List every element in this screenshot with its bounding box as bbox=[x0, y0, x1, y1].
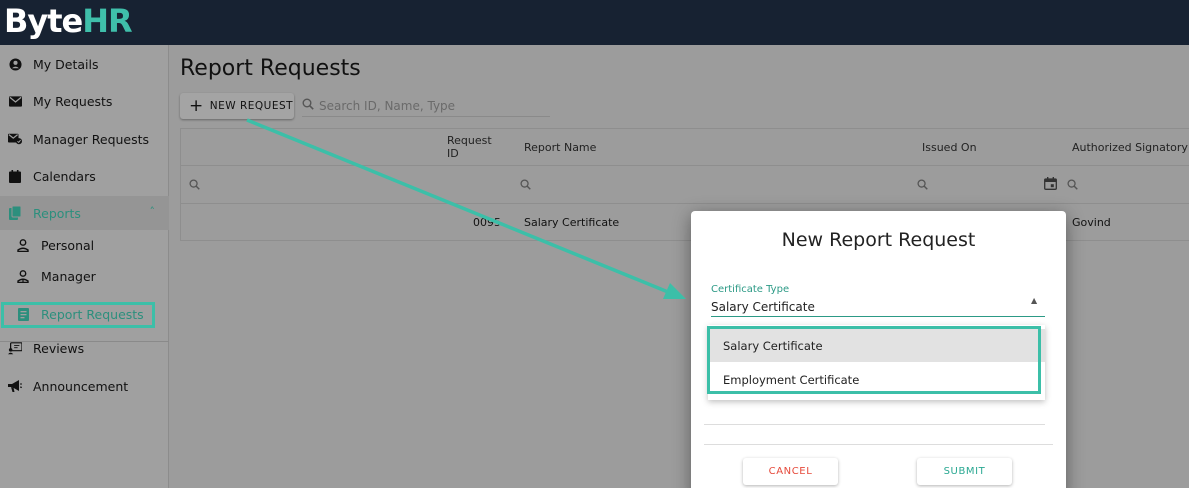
filter-request-id[interactable] bbox=[189, 166, 200, 203]
sidebar-item-my-details[interactable]: My Details bbox=[0, 47, 169, 81]
sidebar-item-label: Manager Requests bbox=[33, 131, 150, 147]
sidebar-item-label: My Requests bbox=[33, 93, 113, 109]
certificate-type-label: Certificate Type bbox=[711, 284, 790, 295]
sidebar-item-label: Reviews bbox=[33, 340, 85, 356]
cancel-button[interactable]: CANCEL bbox=[743, 458, 838, 485]
app-logo[interactable]: ByteHR bbox=[4, 2, 133, 40]
column-header-issued-on[interactable]: Issued On bbox=[922, 129, 977, 165]
logo-text-yte: yte bbox=[27, 2, 83, 40]
dialog-footer-divider bbox=[704, 444, 1053, 445]
person-outline-icon bbox=[16, 238, 30, 252]
column-header-request-id[interactable]: Request ID bbox=[447, 129, 501, 165]
sidebar-item-manager-requests[interactable]: Manager Requests bbox=[0, 122, 169, 156]
logo-text-b: B bbox=[4, 2, 28, 40]
table-header: Request ID Report Name Issued On Authori… bbox=[181, 129, 1189, 166]
filter-issued-on[interactable] bbox=[917, 166, 928, 203]
filter-report-name[interactable] bbox=[520, 166, 531, 203]
file-copy-icon bbox=[8, 206, 22, 220]
sidebar-item-calendars[interactable]: Calendars bbox=[0, 159, 169, 193]
sidebar-item-manager[interactable]: Manager bbox=[0, 259, 169, 293]
chevron-up-icon[interactable]: ˄ bbox=[150, 205, 156, 218]
dialog-divider bbox=[704, 424, 1045, 425]
sidebar-item-reviews[interactable]: Reviews bbox=[0, 331, 169, 365]
search-icon bbox=[189, 175, 200, 194]
filter-authorized-signatory[interactable] bbox=[1067, 166, 1078, 203]
sidebar-item-announcement[interactable]: Announcement bbox=[0, 369, 169, 403]
search-icon bbox=[520, 175, 531, 194]
new-report-request-dialog: New Report Request Certificate Type Sala… bbox=[691, 211, 1066, 488]
sidebar-item-personal[interactable]: Personal bbox=[0, 228, 169, 262]
sidebar: My Details My Requests Manager Requests … bbox=[0, 45, 169, 488]
column-header-authorized-signatory[interactable]: Authorized Signatory bbox=[1072, 129, 1188, 165]
column-header-report-name[interactable]: Report Name bbox=[524, 129, 596, 165]
page-title: Report Requests bbox=[180, 56, 361, 81]
highlight-dropdown-options bbox=[707, 326, 1041, 394]
account-circle-icon bbox=[8, 57, 22, 71]
sidebar-item-label: Calendars bbox=[33, 168, 96, 184]
cell-report-name: Salary Certificate bbox=[524, 216, 620, 229]
table-filter-row bbox=[181, 166, 1189, 204]
search-input[interactable]: Search ID, Name, Type bbox=[302, 95, 550, 117]
sidebar-item-label: My Details bbox=[33, 56, 99, 72]
plus-icon: + bbox=[189, 95, 204, 116]
sidebar-item-label: Announcement bbox=[33, 378, 129, 394]
calendar-icon bbox=[1044, 175, 1057, 194]
top-bar: ByteHR bbox=[0, 0, 1189, 45]
sidebar-item-label: Manager bbox=[41, 268, 96, 284]
new-request-button[interactable]: + NEW REQUEST bbox=[180, 93, 294, 119]
logo-text-hr: HR bbox=[82, 2, 132, 40]
sidebar-item-label: Personal bbox=[41, 237, 95, 253]
mail-check-icon bbox=[8, 132, 22, 146]
cell-authorized-signatory: Govind bbox=[1072, 216, 1111, 229]
highlight-report-requests bbox=[1, 302, 155, 328]
search-icon bbox=[917, 175, 928, 194]
calendar-icon bbox=[8, 169, 22, 183]
dialog-title: New Report Request bbox=[781, 229, 976, 251]
search-icon bbox=[302, 98, 314, 113]
sidebar-item-label: Reports bbox=[33, 205, 81, 221]
search-icon bbox=[1067, 175, 1078, 194]
mail-icon bbox=[8, 94, 22, 108]
search-placeholder: Search ID, Name, Type bbox=[319, 98, 456, 113]
sidebar-item-reports[interactable]: Reports ˄ bbox=[0, 196, 169, 230]
dropdown-arrow-icon[interactable]: ▲ bbox=[1031, 296, 1037, 305]
date-picker-button[interactable] bbox=[1044, 166, 1057, 203]
cell-request-id: 0095 bbox=[473, 216, 501, 229]
select-underline bbox=[711, 316, 1045, 317]
sidebar-item-my-requests[interactable]: My Requests bbox=[0, 84, 169, 118]
new-request-label: NEW REQUEST bbox=[209, 100, 294, 112]
submit-button[interactable]: SUBMIT bbox=[917, 458, 1012, 485]
manager-outline-icon bbox=[16, 269, 30, 283]
certificate-type-select[interactable]: Salary Certificate bbox=[711, 300, 815, 314]
review-screen-icon bbox=[8, 341, 22, 355]
megaphone-icon bbox=[8, 379, 22, 393]
